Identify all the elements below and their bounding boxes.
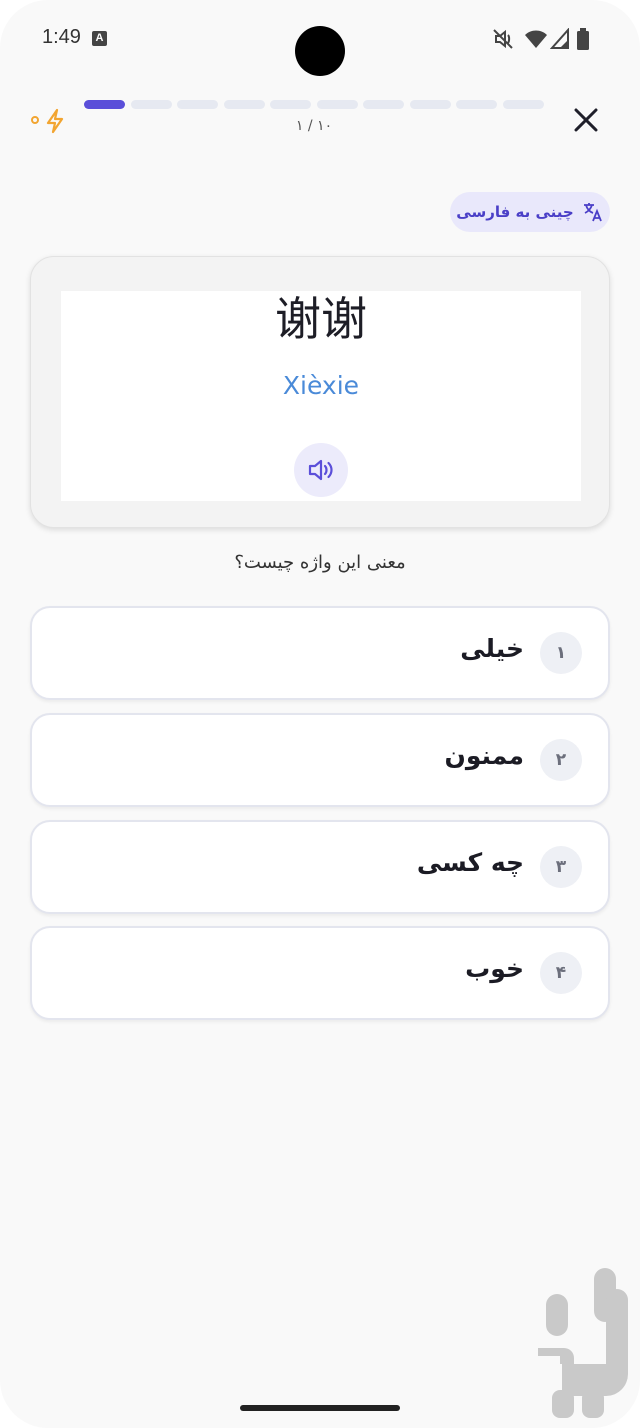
progress-segment bbox=[177, 100, 218, 109]
answer-option-2[interactable]: ۲ ممنون bbox=[30, 713, 610, 807]
app-store-watermark-logo bbox=[538, 1268, 628, 1418]
home-indicator[interactable] bbox=[240, 1405, 400, 1411]
option-number: ۴ bbox=[540, 952, 582, 994]
progress-segment bbox=[316, 100, 358, 109]
status-time: 1:49 bbox=[42, 26, 81, 48]
status-icons bbox=[492, 28, 602, 50]
answer-option-4[interactable]: ۴ خوب bbox=[30, 926, 610, 1020]
play-audio-button[interactable] bbox=[294, 443, 348, 497]
progress-segment bbox=[456, 100, 497, 109]
option-number: ۲ bbox=[540, 739, 582, 781]
option-label: خوب bbox=[465, 954, 524, 983]
progress-segment-complete bbox=[84, 100, 125, 109]
progress-count: ۱ / ۱۰ bbox=[295, 118, 333, 134]
word-card: 谢谢 Xièxie bbox=[30, 256, 610, 528]
bolt-icon bbox=[46, 108, 64, 134]
status-bar: 1:49 A bbox=[0, 0, 640, 80]
progress-segment bbox=[130, 100, 172, 109]
streak-dot bbox=[31, 116, 39, 124]
progress-segment bbox=[223, 100, 265, 109]
speaker-icon bbox=[308, 459, 333, 481]
answer-option-3[interactable]: ۳ چه کسی bbox=[30, 820, 610, 914]
word-hanzi: 谢谢 bbox=[275, 292, 367, 346]
signal-icon bbox=[550, 28, 569, 49]
close-icon bbox=[574, 108, 598, 132]
answer-option-1[interactable]: ۱ خیلی bbox=[30, 606, 610, 700]
progress-segment bbox=[502, 100, 544, 109]
keyboard-icon: A bbox=[92, 31, 107, 46]
wifi-icon bbox=[525, 30, 547, 48]
option-number: ۱ bbox=[540, 632, 582, 674]
translate-icon bbox=[583, 203, 602, 222]
close-button[interactable] bbox=[566, 100, 606, 140]
mute-icon bbox=[493, 29, 513, 49]
question-text: معنی این واژه چیست؟ bbox=[234, 552, 406, 573]
option-label: خیلی bbox=[460, 634, 524, 663]
app-screen: 1:49 A ۱ / ۱۰ چینی به فارسی 谢谢 Xièxie مع… bbox=[0, 0, 640, 1428]
option-number: ۳ bbox=[540, 846, 582, 888]
battery-icon bbox=[577, 28, 589, 50]
camera-cutout bbox=[295, 26, 345, 76]
progress-bar bbox=[84, 100, 544, 110]
word-card-content: 谢谢 Xièxie bbox=[61, 291, 581, 501]
option-label: چه کسی bbox=[416, 848, 524, 877]
progress-segment bbox=[409, 100, 451, 109]
progress-segment bbox=[363, 100, 404, 109]
word-pinyin: Xièxie bbox=[282, 371, 360, 400]
progress-segment bbox=[270, 100, 311, 109]
language-pair-badge[interactable]: چینی به فارسی bbox=[450, 192, 610, 232]
option-label: ممنون bbox=[444, 741, 524, 770]
language-pair-label: چینی به فارسی bbox=[456, 203, 574, 221]
